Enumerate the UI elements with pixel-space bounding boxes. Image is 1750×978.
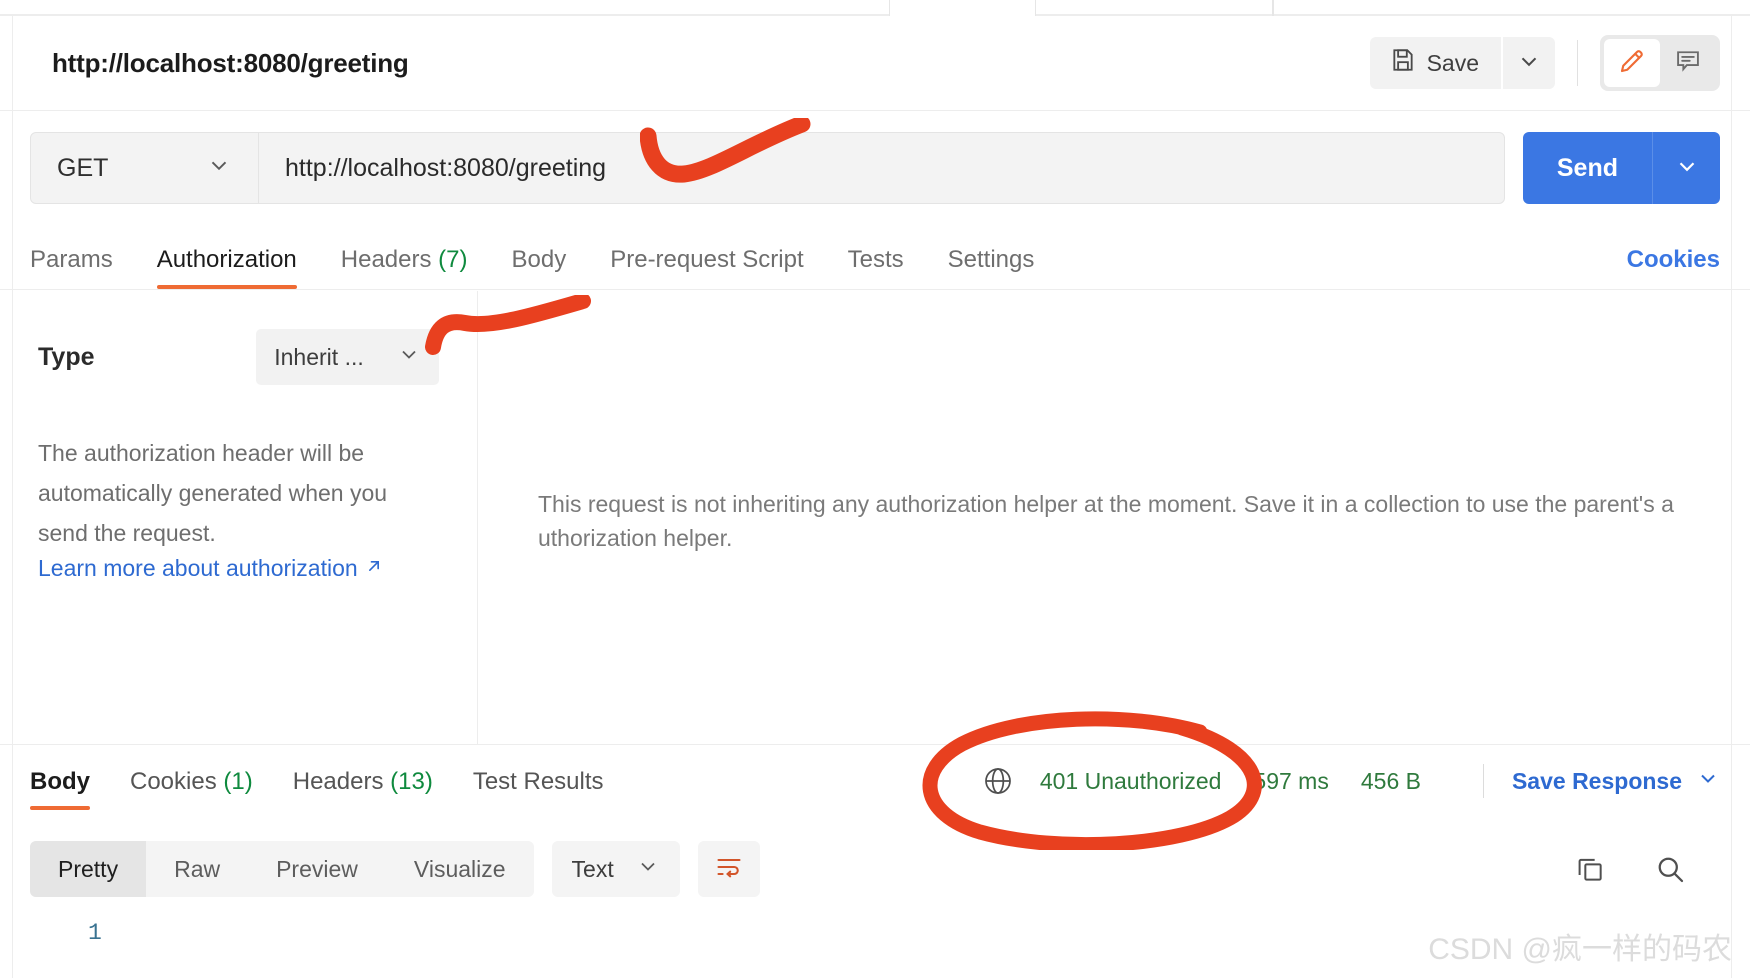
authorization-settings: Type Inherit ... The authorization heade…: [0, 291, 478, 744]
floppy-disk-icon: [1390, 47, 1416, 79]
edit-mode-button[interactable]: [1604, 39, 1660, 87]
tab-tests[interactable]: Tests: [848, 246, 904, 289]
method-url-group: GET http://localhost:8080/greeting: [30, 132, 1505, 204]
auth-description: The authorization header will be automat…: [38, 440, 388, 546]
response-tab-body[interactable]: Body: [30, 768, 90, 810]
tab-settings[interactable]: Settings: [948, 246, 1035, 289]
body-format-select[interactable]: Text: [551, 841, 680, 897]
tab-label: Cookies: [130, 768, 217, 795]
tab-count: (7): [438, 246, 468, 273]
auth-type-label: Type: [38, 342, 95, 371]
pencil-icon: [1617, 46, 1647, 81]
chevron-down-icon: [1516, 48, 1542, 79]
tab-count: (13): [390, 768, 433, 795]
response-time: 597 ms: [1253, 767, 1329, 794]
tab-params[interactable]: Params: [30, 246, 113, 289]
response-tab-cookies[interactable]: Cookies (1): [130, 768, 253, 810]
tab-strip-segment[interactable]: [1273, 0, 1750, 16]
search-icon[interactable]: [1654, 853, 1686, 885]
tab-authorization[interactable]: Authorization: [156, 246, 297, 289]
body-tools: [1574, 853, 1686, 885]
response-tabs-bar: Body Cookies (1) Headers (13) Test Resul…: [0, 744, 1750, 810]
tab-label: Body: [511, 246, 567, 273]
auth-type-select[interactable]: Inherit ...: [256, 329, 439, 385]
wrap-lines-icon: [715, 853, 743, 886]
url-input[interactable]: http://localhost:8080/greeting: [259, 133, 1504, 203]
tab-headers[interactable]: Headers (7): [341, 246, 468, 289]
external-link-arrow-icon: [364, 555, 384, 582]
status-code: 401 Unauthorized: [1039, 767, 1222, 794]
tab-label: Params: [30, 246, 113, 273]
view-mode-toggle: [1600, 35, 1720, 91]
line-number: 1: [88, 920, 102, 946]
cookies-link[interactable]: Cookies: [1627, 246, 1720, 289]
response-tab-test-results[interactable]: Test Results: [473, 768, 604, 810]
divider: [1482, 764, 1484, 798]
chevron-down-icon: [636, 854, 660, 884]
tab-strip: [0, 0, 1750, 16]
tab-label: Body: [30, 768, 90, 795]
save-button-label: Save: [1426, 49, 1479, 76]
body-format-value: Text: [571, 855, 614, 882]
response-size: 456 B: [1360, 767, 1421, 794]
http-method-value: GET: [57, 153, 109, 182]
chevron-down-icon: [206, 152, 232, 185]
tab-count: (1): [223, 768, 253, 795]
body-view-switch: Pretty Raw Preview Visualize: [30, 841, 534, 897]
tab-strip-segment[interactable]: [1035, 0, 1273, 16]
view-raw[interactable]: Raw: [146, 841, 248, 897]
copy-icon[interactable]: [1574, 853, 1606, 885]
view-visualize[interactable]: Visualize: [386, 841, 534, 897]
tab-label: Tests: [847, 246, 904, 273]
send-options-button[interactable]: [1652, 132, 1720, 204]
tab-label: Pre-request Script: [610, 246, 804, 273]
tab-label: Headers: [340, 246, 432, 273]
auth-inherit-message: This request is not inheriting any autho…: [538, 491, 1674, 551]
tab-pre-request-script[interactable]: Pre-request Script: [610, 246, 803, 289]
request-title-bar: http://localhost:8080/greeting Save: [0, 16, 1750, 111]
globe-icon: [982, 765, 1014, 797]
tab-strip-segment[interactable]: [22, 0, 890, 16]
tab-label: Headers: [292, 768, 384, 795]
tab-label: Authorization: [156, 246, 297, 273]
authorization-info: This request is not inheriting any autho…: [478, 291, 1750, 744]
chevron-down-icon: [1674, 153, 1700, 184]
response-body[interactable]: 1: [0, 918, 1750, 978]
save-button[interactable]: Save: [1369, 37, 1501, 89]
save-response-label: Save Response: [1511, 767, 1682, 794]
auth-type-row: Type Inherit ...: [38, 329, 439, 385]
frame-border-left: [12, 16, 13, 978]
learn-more-label: Learn more about authorization: [38, 555, 358, 581]
save-response-button[interactable]: Save Response: [1512, 766, 1720, 796]
send-group: Send: [1522, 132, 1720, 204]
frame-border-right: [1731, 16, 1732, 978]
comment-icon: [1674, 47, 1702, 80]
request-tabs: Params Authorization Headers (7) Body Pr…: [0, 224, 1750, 290]
tab-label: Settings: [947, 246, 1035, 273]
response-status-group: 401 Unauthorized 597 ms 456 B Save Respo…: [982, 764, 1720, 810]
chevron-down-icon: [397, 342, 421, 372]
chevron-down-icon: [1696, 766, 1720, 796]
save-options-button[interactable]: [1503, 37, 1555, 89]
comments-button[interactable]: [1660, 39, 1716, 87]
divider: [1577, 40, 1578, 86]
auth-type-value: Inherit ...: [274, 343, 364, 370]
url-bar: GET http://localhost:8080/greeting Send: [0, 112, 1750, 224]
tab-label: Test Results: [472, 768, 604, 795]
view-preview[interactable]: Preview: [248, 841, 386, 897]
wrap-lines-button[interactable]: [697, 841, 760, 897]
send-button[interactable]: Send: [1522, 132, 1652, 204]
view-pretty[interactable]: Pretty: [30, 841, 147, 897]
response-tab-headers[interactable]: Headers (13): [293, 768, 433, 810]
learn-more-link[interactable]: Learn more about authorization: [38, 555, 384, 582]
page-title: http://localhost:8080/greeting: [52, 47, 409, 78]
authorization-panel: Type Inherit ... The authorization heade…: [0, 291, 1750, 744]
http-method-select[interactable]: GET: [31, 133, 259, 203]
title-actions: Save: [1369, 35, 1720, 91]
response-body-toolbar: Pretty Raw Preview Visualize Text: [0, 820, 1750, 918]
tab-body[interactable]: Body: [512, 246, 567, 289]
postman-request-window: http://localhost:8080/greeting Save GET …: [0, 0, 1750, 978]
